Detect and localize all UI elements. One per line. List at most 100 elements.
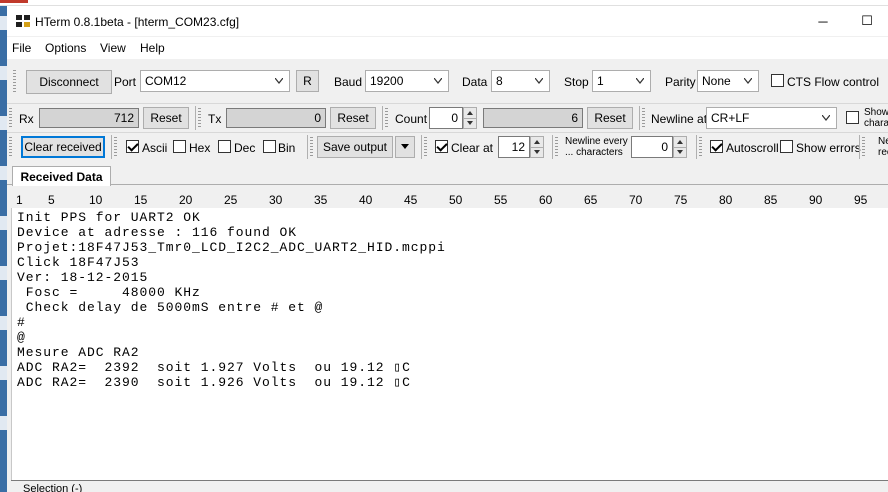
parity-value: None — [702, 74, 731, 88]
ruler-mark: 65 — [584, 193, 598, 207]
tx-reset-button[interactable]: Reset — [330, 107, 376, 129]
refresh-ports-button[interactable]: R — [296, 70, 319, 92]
chevron-down-icon — [744, 78, 752, 84]
disconnect-button[interactable]: Disconnect — [26, 70, 112, 94]
ruler-mark: 35 — [314, 193, 328, 207]
baud-label: Baud — [334, 75, 363, 89]
separator — [307, 135, 308, 159]
toolbar-grip — [699, 137, 702, 157]
selection-status: Selection (-) — [23, 483, 83, 492]
port-select[interactable]: COM12 — [140, 70, 290, 92]
minimize-button[interactable]: ─ — [809, 10, 837, 32]
save-output-button[interactable]: Save output — [317, 136, 393, 158]
autoscroll-label: Autoscroll — [726, 141, 779, 155]
parity-select[interactable]: None — [697, 70, 759, 92]
menu-view[interactable]: View — [100, 41, 126, 55]
window-title: HTerm 0.8.1beta - [hterm_COM23.cfg] — [35, 15, 240, 29]
ruler-mark: 55 — [494, 193, 508, 207]
ruler-mark: 25 — [224, 193, 238, 207]
dec-checkbox[interactable] — [218, 140, 231, 153]
baud-value: 19200 — [370, 74, 404, 88]
bin-label: Bin — [278, 141, 296, 155]
autoscroll-checkbox[interactable] — [710, 140, 723, 153]
title-bar: HTerm 0.8.1beta - [hterm_COM23.cfg] ─ ☐ — [7, 6, 888, 36]
ruler-mark: 45 — [404, 193, 418, 207]
stop-bits-select[interactable]: 1 — [592, 70, 651, 92]
chevron-down-icon — [535, 78, 543, 84]
ruler-mark: 50 — [449, 193, 463, 207]
clear-at-checkbox[interactable] — [435, 140, 448, 153]
data-bits-label: Data — [462, 75, 488, 89]
tab-received-data[interactable]: Received Data — [12, 166, 111, 186]
newline-every-spinner[interactable] — [673, 136, 687, 158]
terminal-line: Device at adresse : 116 found OK — [17, 225, 298, 240]
port-label: Port — [114, 75, 137, 89]
rx-reset-button[interactable]: Reset — [143, 107, 189, 129]
tx-label: Tx — [208, 112, 222, 126]
toolbar-grip — [642, 108, 645, 128]
display-toolbar: Clear received Ascii Hex Dec Bin Save ou… — [7, 132, 888, 161]
terminal-line: ADC RA2= 2392 soit 1.927 Volts ou 19.12 … — [17, 360, 411, 375]
counters-toolbar: Rx 712 Reset Tx 0 Reset Count 0 6 Reset … — [7, 103, 888, 131]
count-match-field: 6 — [483, 108, 583, 128]
ruler-mark: 80 — [719, 193, 733, 207]
rx-label: Rx — [19, 112, 34, 126]
separator — [859, 135, 860, 159]
chevron-down-icon — [636, 78, 644, 84]
hex-label: Hex — [189, 141, 211, 155]
separator — [639, 106, 640, 130]
separator — [382, 106, 383, 130]
ascii-checkbox[interactable] — [126, 140, 139, 153]
menu-help[interactable]: Help — [140, 41, 165, 55]
show-chars-label-2: chara — [864, 118, 888, 129]
newline-at-select[interactable]: CR+LF — [706, 107, 837, 129]
terminal-line: Ver: 18-12-2015 — [17, 270, 149, 285]
menu-file[interactable]: File — [12, 41, 31, 55]
newline-at-value: CR+LF — [711, 111, 750, 125]
data-bits-value: 8 — [496, 74, 503, 88]
newline-every-label-1: Newline every — [565, 136, 628, 147]
ascii-label: Ascii — [142, 141, 168, 155]
received-data-terminal[interactable]: Init PPS for UART2 OK Device at adresse … — [11, 208, 888, 480]
ruler-mark: 40 — [359, 193, 373, 207]
count-reset-button[interactable]: Reset — [587, 107, 633, 129]
count-spinner[interactable] — [463, 107, 477, 129]
column-ruler: 1 5 10 15 20 25 30 35 40 45 50 55 60 65 … — [11, 192, 888, 208]
status-bar: Selection (-) — [11, 480, 888, 492]
terminal-line: @ — [17, 330, 26, 345]
separator — [696, 135, 697, 159]
clear-at-label: Clear at — [451, 141, 494, 155]
ruler-mark: 5 — [48, 193, 55, 207]
ruler-mark: 90 — [809, 193, 823, 207]
menu-bar: File Options View Help — [7, 37, 888, 59]
ruler-mark: 70 — [629, 193, 643, 207]
ruler-mark: 75 — [674, 193, 688, 207]
save-output-dropdown[interactable] — [395, 136, 415, 158]
toolbar-grip — [9, 137, 12, 157]
terminal-line: Init PPS for UART2 OK — [17, 210, 201, 225]
clear-received-button[interactable]: Clear received — [21, 136, 105, 158]
newline-every-input[interactable]: 0 — [631, 136, 673, 158]
separator — [195, 106, 196, 130]
count-input[interactable]: 0 — [429, 107, 463, 129]
cts-flow-checkbox[interactable] — [771, 74, 784, 87]
baud-select[interactable]: 19200 — [365, 70, 449, 92]
terminal-line: Fosc = 48000 KHz — [17, 285, 201, 300]
hex-checkbox[interactable] — [173, 140, 186, 153]
menu-options[interactable]: Options — [45, 41, 86, 55]
data-bits-select[interactable]: 8 — [491, 70, 550, 92]
show-chars-checkbox[interactable] — [846, 111, 859, 124]
dec-label: Dec — [234, 141, 256, 155]
toolbar-grip — [862, 137, 865, 157]
ruler-mark: 60 — [539, 193, 553, 207]
toolbar-grip — [424, 137, 427, 157]
clear-at-spinner[interactable] — [530, 136, 544, 158]
clear-at-input[interactable]: 12 — [498, 136, 530, 158]
newline-received-label-2: rec — [878, 147, 888, 158]
separator — [111, 135, 112, 159]
tx-count-field: 0 — [226, 108, 326, 128]
toolbar-grip — [555, 137, 558, 157]
bin-checkbox[interactable] — [263, 140, 276, 153]
show-errors-checkbox[interactable] — [780, 140, 793, 153]
maximize-button[interactable]: ☐ — [853, 10, 881, 32]
